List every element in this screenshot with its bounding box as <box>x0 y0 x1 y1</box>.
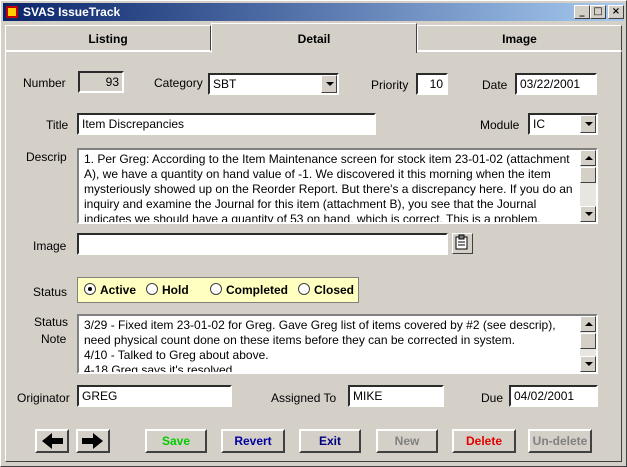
descrip-label: Descrip <box>26 150 67 164</box>
scroll-down-icon[interactable] <box>580 206 596 222</box>
assigned-to-field[interactable]: MIKE <box>348 385 444 407</box>
previous-record-button[interactable] <box>35 429 69 453</box>
radio-icon <box>210 283 222 295</box>
radio-icon <box>298 283 310 295</box>
status-note-textarea[interactable]: 3/29 - Fixed item 23-01-02 for Greg. Gav… <box>77 314 598 374</box>
revert-button[interactable]: Revert <box>221 429 285 453</box>
image-label: Image <box>33 239 67 253</box>
radio-icon <box>146 283 158 295</box>
close-icon[interactable]: × <box>608 5 624 19</box>
maximize-icon[interactable]: □ <box>590 5 606 19</box>
image-path-field[interactable] <box>77 233 448 255</box>
app-window: SVAS IssueTrack _ □ × Listing Detail Ima… <box>0 0 627 467</box>
due-field[interactable]: 04/02/2001 <box>509 385 598 407</box>
scroll-up-icon[interactable] <box>580 150 596 166</box>
status-label: Status <box>33 285 68 299</box>
chevron-down-icon[interactable] <box>321 75 337 93</box>
delete-button[interactable]: Delete <box>452 429 516 453</box>
clipboard-icon <box>455 234 468 250</box>
status-radio-completed[interactable]: Completed <box>210 283 288 297</box>
status-radio-hold[interactable]: Hold <box>146 283 189 297</box>
number-field: 93 <box>78 71 124 93</box>
next-record-button[interactable] <box>76 429 110 453</box>
scroll-down-icon[interactable] <box>580 356 596 372</box>
tab-image[interactable]: Image <box>417 25 622 51</box>
arrow-right-icon <box>82 433 103 449</box>
status-note-scrollbar[interactable] <box>580 316 596 372</box>
module-label: Module <box>480 118 520 132</box>
title-label: Title <box>46 118 69 132</box>
status-note-line: 4/10 - Talked to Greg about above. <box>84 348 269 362</box>
status-note-label-1: Status <box>34 315 69 329</box>
scroll-up-icon[interactable] <box>580 316 596 332</box>
module-select[interactable]: IC <box>528 113 598 135</box>
date-field[interactable]: 03/22/2001 <box>515 73 597 95</box>
due-label: Due <box>481 391 504 405</box>
tab-listing[interactable]: Listing <box>5 25 211 51</box>
arrow-left-icon <box>42 433 63 449</box>
radio-label: Completed <box>226 283 289 297</box>
category-select[interactable]: SBT <box>208 73 339 95</box>
originator-label: Originator <box>17 391 70 405</box>
priority-field[interactable]: 10 <box>416 73 448 95</box>
title-field[interactable]: Item Discrepancies <box>77 113 376 135</box>
status-radio-closed[interactable]: Closed <box>298 283 354 297</box>
descrip-textarea[interactable]: 1. Per Greg: According to the Item Maint… <box>77 148 598 224</box>
status-note-label-2: Note <box>41 332 67 346</box>
descrip-scrollbar[interactable] <box>580 150 596 222</box>
radio-checked-icon <box>84 283 96 295</box>
descrip-text: 1. Per Greg: According to the Item Maint… <box>84 152 573 224</box>
radio-label: Hold <box>162 283 189 297</box>
date-label: Date <box>482 78 508 92</box>
assigned-to-label: Assigned To <box>271 391 337 405</box>
category-label: Category <box>154 76 203 90</box>
status-note-line: 3/29 - Fixed item 23-01-02 for Greg. Gav… <box>84 318 556 347</box>
undelete-button[interactable]: Un-delete <box>528 429 592 453</box>
app-icon <box>6 6 18 18</box>
save-button[interactable]: Save <box>145 429 207 453</box>
tab-detail[interactable]: Detail <box>211 23 417 53</box>
radio-label: Active <box>100 283 137 297</box>
browse-image-button[interactable] <box>452 233 473 254</box>
status-radio-active[interactable]: Active <box>84 283 136 297</box>
originator-field[interactable]: GREG <box>77 385 232 407</box>
chevron-down-icon[interactable] <box>580 115 596 133</box>
status-radio-group: Active Hold Completed Closed <box>77 277 359 303</box>
module-value: IC <box>533 117 545 131</box>
scroll-thumb[interactable] <box>580 167 596 183</box>
exit-button[interactable]: Exit <box>299 429 361 453</box>
window-title: SVAS IssueTrack <box>23 5 121 19</box>
priority-label: Priority <box>371 78 409 92</box>
radio-label: Closed <box>314 283 355 297</box>
category-value: SBT <box>213 77 237 91</box>
scroll-thumb[interactable] <box>580 333 596 349</box>
minimize-icon[interactable]: _ <box>574 5 590 19</box>
status-note-line: 4-18 Greg says it's resolved <box>84 363 233 374</box>
new-button[interactable]: New <box>376 429 438 453</box>
title-bar[interactable]: SVAS IssueTrack _ □ × <box>3 3 624 21</box>
number-label: Number <box>23 76 66 90</box>
